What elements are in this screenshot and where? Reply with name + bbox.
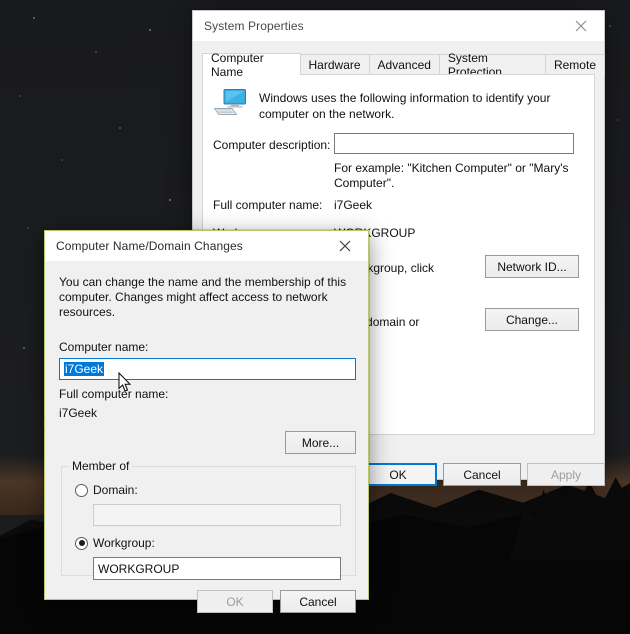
computer-name-input[interactable]: i7Geek <box>59 358 356 380</box>
system-properties-title: System Properties <box>204 19 304 33</box>
computer-name-dialog-description: You can change the name and the membersh… <box>59 275 347 319</box>
system-properties-apply-button[interactable]: Apply <box>527 463 605 486</box>
workgroup-radio-icon <box>75 536 88 550</box>
system-properties-ok-label: OK <box>389 467 407 482</box>
change-button-label: Change... <box>505 312 559 327</box>
system-properties-apply-label: Apply <box>550 467 582 482</box>
workgroup-input-value: WORKGROUP <box>98 561 180 576</box>
system-properties-titlebar: System Properties <box>193 11 604 41</box>
system-properties-ok-button[interactable]: OK <box>359 463 437 486</box>
tab-remote[interactable]: Remote <box>544 54 605 75</box>
domain-radio-option[interactable]: Domain: <box>75 483 138 497</box>
dialog-full-computer-name-value: i7Geek <box>59 406 98 420</box>
tab-computer-name-label: Computer Name <box>211 50 264 79</box>
tab-advanced-label: Advanced <box>377 58 431 72</box>
member-of-label: Member of <box>69 459 133 473</box>
tab-remote-label: Remote <box>553 58 596 72</box>
computer-description-label: Computer description: <box>213 138 331 152</box>
tab-hardware-label: Hardware <box>308 58 361 72</box>
system-properties-close-button[interactable] <box>558 11 604 41</box>
computer-name-dialog-body: You can change the name and the membersh… <box>45 261 368 613</box>
close-icon <box>339 240 351 252</box>
computer-description-example-hint: For example: "Kitchen Computer" or "Mary… <box>334 161 569 190</box>
dialog-full-computer-name-label: Full computer name: <box>59 387 169 401</box>
workgroup-radio-label: Workgroup: <box>93 536 155 550</box>
workgroup-input[interactable]: WORKGROUP <box>93 557 341 580</box>
computer-name-dialog-title: Computer Name/Domain Changes <box>56 239 243 253</box>
computer-name-dialog-ok-button[interactable]: OK <box>197 590 273 613</box>
computer-description-input[interactable] <box>334 133 574 154</box>
change-button[interactable]: Change... <box>485 308 579 331</box>
more-button-label: More... <box>301 435 340 450</box>
tab-advanced[interactable]: Advanced <box>368 54 440 75</box>
system-properties-cancel-label: Cancel <box>463 467 501 482</box>
network-id-button[interactable]: Network ID... <box>485 255 579 278</box>
intro-section: Windows uses the following information t… <box>213 88 583 122</box>
computer-name-dialog-ok-label: OK <box>226 594 244 609</box>
computer-name-input-value: i7Geek <box>64 362 105 376</box>
domain-input[interactable] <box>93 504 341 526</box>
tab-system-protection[interactable]: System Protection <box>438 51 546 79</box>
workgroup-radio-option[interactable]: Workgroup: <box>75 536 155 550</box>
more-button[interactable]: More... <box>285 431 356 454</box>
computer-name-domain-changes-dialog: Computer Name/Domain Changes You can cha… <box>44 230 369 613</box>
close-icon <box>575 20 587 32</box>
domain-radio-icon <box>75 483 88 497</box>
computer-name-dialog-titlebar: Computer Name/Domain Changes <box>45 231 368 261</box>
computer-name-dialog-cancel-button[interactable]: Cancel <box>280 590 356 613</box>
network-id-button-label: Network ID... <box>497 259 567 274</box>
computer-name-dialog-close-button[interactable] <box>322 231 368 261</box>
system-properties-tabs: Computer Name Hardware Advanced System P… <box>202 51 605 79</box>
intro-text: Windows uses the following information t… <box>259 91 551 121</box>
computer-name-dialog-cancel-label: Cancel <box>299 594 337 609</box>
tab-hardware[interactable]: Hardware <box>299 54 370 75</box>
system-properties-cancel-button[interactable]: Cancel <box>443 463 521 486</box>
computer-name-label: Computer name: <box>59 340 149 354</box>
computer-monitor-icon <box>213 89 246 115</box>
full-computer-name-value: i7Geek <box>334 198 373 212</box>
domain-radio-label: Domain: <box>93 483 138 497</box>
full-computer-name-label: Full computer name: <box>213 198 323 212</box>
tab-computer-name[interactable]: Computer Name <box>202 51 301 79</box>
